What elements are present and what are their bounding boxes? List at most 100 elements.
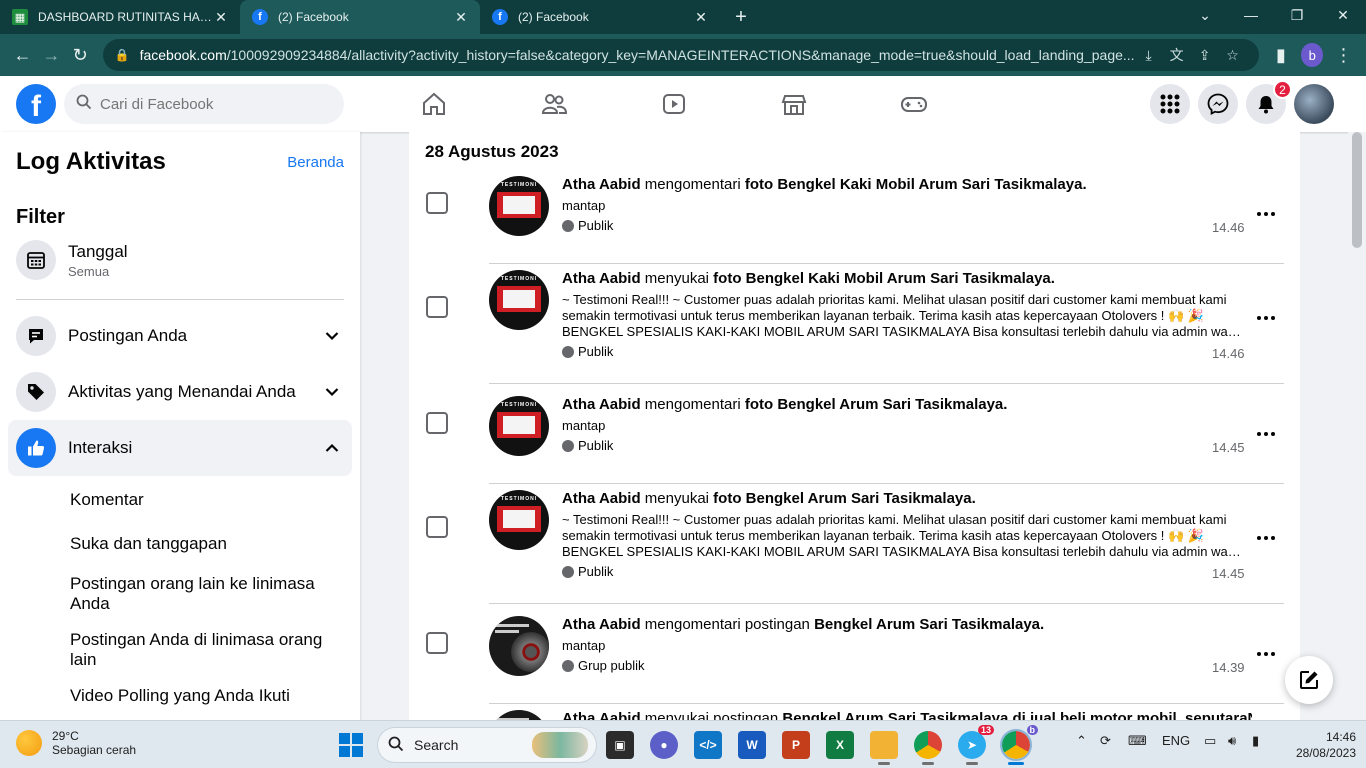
close-window-icon[interactable]: ✕ — [1320, 0, 1366, 30]
tab-search-icon[interactable]: ⌄ — [1182, 0, 1228, 30]
date-filter[interactable]: Tanggal Semua — [8, 232, 352, 288]
actor-name[interactable]: Atha Aabid — [562, 490, 641, 507]
sidebar-item-tagged-activity[interactable]: Aktivitas yang Menandai Anda — [8, 364, 352, 420]
menu-grid-icon[interactable] — [1150, 84, 1190, 124]
browser-tab-sheets[interactable]: ▦ DASHBOARD RUTINITAS HARIAN ✕ — [0, 0, 240, 34]
more-options-icon[interactable] — [1254, 422, 1278, 446]
target-name[interactable]: Bengkel Kaki Mobil Arum Sari Tasikmalaya… — [777, 176, 1086, 193]
actor-name[interactable]: Atha Aabid — [562, 176, 641, 193]
search-input[interactable] — [100, 95, 320, 113]
excel-icon[interactable]: X — [826, 731, 854, 759]
sublink-comments[interactable]: Komentar — [70, 490, 330, 510]
activity-headline[interactable]: Atha Aabid mengomentari foto Bengkel Kak… — [562, 176, 1087, 193]
account-avatar[interactable] — [1294, 84, 1334, 124]
reload-icon[interactable]: ↻ — [66, 39, 95, 71]
messenger-icon[interactable] — [1198, 84, 1238, 124]
tray-overflow-icon[interactable]: ⌃ — [1076, 733, 1087, 749]
sublink-video-polls[interactable]: Video Polling yang Anda Ikuti — [70, 686, 330, 706]
actor-name[interactable]: Atha Aabid — [562, 616, 641, 633]
weather-widget[interactable]: 29°C Sebagian cerah — [16, 729, 136, 757]
forward-icon[interactable]: → — [37, 39, 66, 71]
actor-name[interactable]: Atha Aabid — [562, 710, 641, 720]
activity-thumbnail[interactable]: TESTIMONI — [489, 176, 549, 236]
restore-icon[interactable]: ❐ — [1274, 0, 1320, 30]
telegram-icon[interactable]: ➤ 13 — [958, 725, 994, 765]
network-icon[interactable]: ▭ — [1204, 733, 1216, 749]
browser-tab-facebook-active[interactable]: f (2) Facebook ✕ — [240, 0, 480, 34]
taskbar-search[interactable]: Search — [377, 727, 597, 763]
back-icon[interactable]: ← — [8, 39, 37, 71]
close-tab-icon[interactable]: ✕ — [212, 9, 230, 26]
sidebar-item-your-posts[interactable]: Postingan Anda — [8, 308, 352, 364]
target-name[interactable]: Bengkel Arum Sari Tasikmalaya. — [777, 396, 1007, 413]
target-name[interactable]: Bengkel Kaki Mobil Arum Sari Tasikmalaya… — [746, 270, 1055, 287]
video-icon[interactable] — [614, 76, 734, 132]
more-options-icon[interactable] — [1254, 642, 1278, 666]
chrome-icon[interactable] — [914, 731, 942, 765]
windows-start-icon[interactable] — [339, 733, 363, 757]
sidebar-item-interactions[interactable]: Interaksi — [8, 420, 352, 476]
target-name[interactable]: Bengkel Arum Sari Tasikmalaya. — [746, 490, 976, 507]
more-options-icon[interactable] — [1254, 526, 1278, 550]
activity-thumbnail[interactable]: TESTIMONI — [489, 396, 549, 456]
select-checkbox[interactable] — [426, 516, 448, 538]
new-message-button[interactable] — [1285, 656, 1333, 704]
activity-thumbnail[interactable]: TESTIMONI — [489, 490, 549, 550]
browser-tab-facebook[interactable]: f (2) Facebook ✕ — [480, 0, 720, 34]
sublink-likes-reactions[interactable]: Suka dan tanggapan — [70, 534, 330, 554]
select-checkbox[interactable] — [426, 192, 448, 214]
target-name[interactable]: Bengkel Arum Sari Tasikmalaya di jual be… — [782, 710, 1252, 720]
activity-headline[interactable]: Atha Aabid menyukai foto Bengkel Kaki Mo… — [562, 270, 1055, 287]
sublink-your-posts-on-others-timeline[interactable]: Postingan Anda di linimasa orang lain — [70, 630, 330, 670]
select-checkbox[interactable] — [426, 412, 448, 434]
scrollbar-thumb[interactable] — [1352, 132, 1362, 248]
share-icon[interactable]: ⇪ — [1191, 47, 1219, 64]
select-checkbox[interactable] — [426, 632, 448, 654]
powerpoint-icon[interactable]: P — [782, 731, 810, 759]
translate-icon[interactable]: 文 — [1163, 45, 1191, 65]
browser-menu-icon[interactable]: ⋮ — [1329, 39, 1358, 71]
facebook-search-box[interactable] — [64, 84, 344, 124]
more-options-icon[interactable] — [1254, 306, 1278, 330]
close-tab-icon[interactable]: ✕ — [452, 9, 470, 26]
chrome-profile-icon[interactable]: b — [1000, 725, 1038, 765]
friends-icon[interactable] — [494, 76, 614, 132]
teams-chat-icon[interactable]: ● — [650, 731, 678, 759]
actor-name[interactable]: Atha Aabid — [562, 270, 641, 287]
more-options-icon[interactable] — [1254, 202, 1278, 226]
home-icon[interactable] — [374, 76, 494, 132]
vscode-icon[interactable]: </> — [694, 731, 722, 759]
home-link[interactable]: Beranda — [287, 154, 344, 171]
activity-headline[interactable]: Atha Aabid menyukai foto Bengkel Arum Sa… — [562, 490, 976, 507]
activity-headline[interactable]: Atha Aabid mengomentari postingan Bengke… — [562, 616, 1044, 633]
minimize-icon[interactable]: — — [1228, 0, 1274, 30]
bookmark-star-icon[interactable]: ☆ — [1219, 47, 1247, 64]
close-tab-icon[interactable]: ✕ — [692, 9, 710, 26]
battery-icon[interactable]: ▮ — [1252, 733, 1259, 749]
new-tab-button[interactable]: + — [726, 0, 756, 34]
activity-thumbnail[interactable] — [489, 710, 549, 720]
actor-name[interactable]: Atha Aabid — [562, 396, 641, 413]
sublink-others-posts-on-timeline[interactable]: Postingan orang lain ke linimasa Anda — [70, 574, 330, 614]
volume-icon[interactable]: 🔊︎ — [1228, 733, 1236, 749]
download-icon[interactable]: ⤓ — [1135, 47, 1163, 64]
marketplace-icon[interactable] — [734, 76, 854, 132]
activity-thumbnail[interactable]: TESTIMONI — [489, 270, 549, 330]
facebook-logo-icon[interactable]: f — [16, 84, 56, 124]
sync-icon[interactable]: ⟳ — [1100, 733, 1111, 749]
task-view-icon[interactable]: ▣ — [606, 731, 634, 759]
notifications-bell-icon[interactable]: 2 — [1246, 80, 1292, 124]
keyboard-icon[interactable]: ⌨ — [1128, 733, 1147, 749]
gaming-icon[interactable] — [854, 76, 974, 132]
side-panel-icon[interactable]: ▮ — [1267, 39, 1296, 71]
language-indicator[interactable]: ENG — [1162, 733, 1190, 748]
system-clock[interactable]: 14:46 28/08/2023 — [1294, 729, 1356, 761]
browser-profile-avatar[interactable]: b — [1301, 43, 1324, 67]
activity-headline[interactable]: Atha Aabid menyukai postingan Bengkel Ar… — [562, 710, 1252, 720]
file-explorer-icon[interactable] — [870, 731, 898, 765]
activity-thumbnail[interactable] — [489, 616, 549, 676]
address-bar[interactable]: 🔒 facebook.com/100092909234884/allactivi… — [102, 39, 1259, 71]
target-name[interactable]: Bengkel Arum Sari Tasikmalaya. — [814, 616, 1044, 633]
page-scrollbar[interactable] — [1348, 132, 1366, 720]
word-icon[interactable]: W — [738, 731, 766, 759]
